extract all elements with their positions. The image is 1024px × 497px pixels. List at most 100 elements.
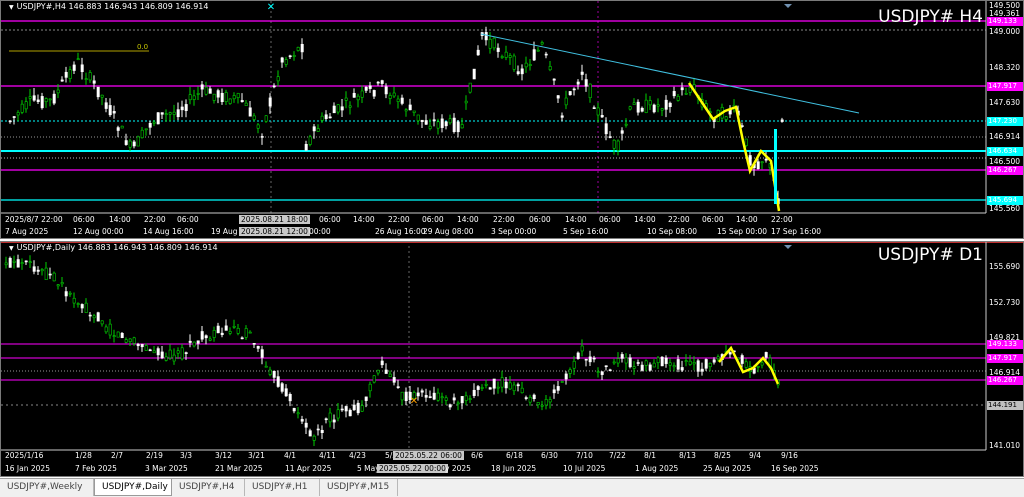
d1-candle [164, 356, 168, 361]
d1-candle [236, 328, 240, 334]
d1-candle [728, 352, 732, 355]
h4-candle [68, 69, 72, 79]
d1-chart-window[interactable]: ✕ ▼ USDJPY#,Daily 146.883 146.943 146.809… [0, 241, 1024, 477]
d1-candle [328, 412, 332, 423]
h4-candle [304, 143, 308, 151]
h4-candle [144, 128, 148, 131]
d1-candle [360, 405, 364, 412]
h4-candle [116, 127, 120, 131]
h4-candle [568, 91, 572, 96]
h4-candle [128, 140, 132, 148]
chart-tab-usdjpy-daily[interactable]: USDJPY#,Daily [94, 479, 172, 496]
d1-candle [216, 325, 220, 334]
h4-candle [472, 68, 476, 80]
d1-candle [144, 345, 148, 351]
h4-candle [60, 79, 64, 82]
d1-candle [452, 397, 456, 401]
d1-candle [620, 354, 624, 359]
h4-candle [88, 72, 92, 81]
h4-candle [560, 115, 564, 118]
d1-candle [756, 366, 760, 368]
h4-candle [632, 102, 636, 105]
d1-candle [376, 369, 380, 374]
h4-candle [268, 97, 272, 107]
d1-candle [716, 356, 720, 360]
d1-candle [280, 383, 284, 392]
d1-candle [688, 360, 692, 365]
d1-candle [192, 341, 196, 347]
d1-candle [516, 384, 520, 387]
h4-candle [412, 110, 416, 113]
d1-candle [256, 346, 260, 349]
h4-candle [520, 68, 524, 75]
h4-candle [628, 106, 632, 110]
d1-candle [640, 364, 644, 371]
h4-candle [272, 85, 276, 88]
d1-candle [396, 386, 400, 388]
h4-candle [152, 121, 156, 124]
h4-candle [212, 93, 216, 101]
h4-candle [404, 109, 408, 112]
h4-candle [328, 116, 332, 119]
d1-candle [440, 396, 444, 399]
d1-candle [36, 269, 40, 272]
h4-candle [652, 104, 656, 113]
chart-tab-usdjpy-h1[interactable]: USDJPY#,H1 [245, 479, 320, 496]
d1-candle [656, 357, 660, 363]
d1-candle [652, 362, 656, 368]
d1-candle [700, 368, 704, 372]
d1-candle [512, 384, 516, 392]
d1-candle [188, 340, 192, 343]
chart-tab-usdjpy-weekly[interactable]: USDJPY#,Weekly [0, 479, 94, 496]
h4-candle [668, 102, 672, 107]
h4-candle [564, 97, 568, 106]
h4-candle [544, 53, 548, 56]
d1-candle [380, 360, 384, 366]
h4-candle [252, 115, 256, 120]
h4-chart-window[interactable]: ✕ ▼ USDJPY#,H4 146.883 146.943 146.809 14… [0, 0, 1024, 239]
h4-candle [308, 136, 312, 145]
chart-tab-usdjpy-h4[interactable]: USDJPY#,H4 [172, 479, 245, 496]
d1-candle [612, 361, 616, 364]
h4-candle [536, 49, 540, 52]
h4-candle [508, 55, 512, 58]
d1-candle [124, 339, 128, 343]
h4-chart-canvas[interactable]: ✕ [1, 1, 1024, 239]
d1-candle [668, 362, 672, 366]
h4-candle [320, 115, 324, 121]
d1-candle [152, 350, 156, 354]
d1-candle [104, 326, 108, 333]
h4-candle [56, 89, 60, 94]
d1-candle [576, 352, 580, 359]
d1-candle [588, 356, 592, 363]
h4-candle [580, 71, 584, 75]
d1-candle [272, 370, 276, 378]
d1-candle [692, 362, 696, 365]
crosshair-icon: ✕ [410, 396, 418, 407]
d1-candle [468, 398, 472, 400]
h4-candle [316, 128, 320, 132]
d1-candle [304, 422, 308, 428]
h4-candle [92, 80, 96, 84]
h4-candle [448, 118, 452, 124]
d1-candle [448, 404, 452, 408]
d1-candle [628, 357, 632, 368]
d1-chart-canvas[interactable]: ✕ [1, 242, 1024, 477]
d1-candle [464, 395, 468, 401]
h4-candle [196, 93, 200, 95]
h4-candle [200, 84, 204, 90]
h4-candle [352, 92, 356, 98]
d1-candle [336, 409, 340, 419]
d1-candle [584, 358, 588, 361]
d1-candle [212, 330, 216, 338]
h4-candle [240, 100, 244, 103]
d1-candle [116, 331, 120, 338]
h4-candle [32, 95, 36, 101]
chart-tab-usdjpy-m15[interactable]: USDJPY#,M15 [320, 479, 398, 496]
h4-candle [264, 115, 268, 122]
d1-candle [180, 347, 184, 360]
h4-candle [760, 161, 764, 164]
h4-candle [456, 121, 460, 133]
d1-candle [20, 262, 24, 264]
h4-candle [420, 119, 424, 122]
